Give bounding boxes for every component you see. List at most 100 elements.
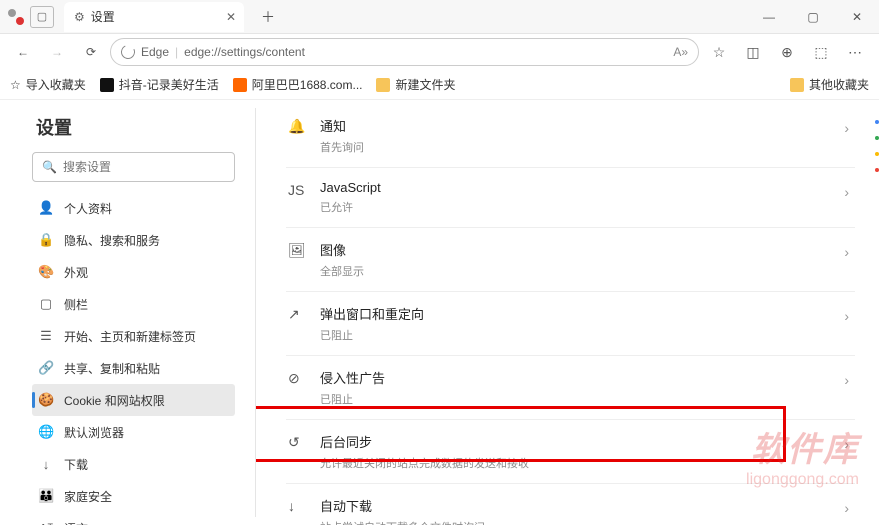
row-icon: 🔔 xyxy=(288,118,306,135)
row-icon: ↓ xyxy=(288,498,306,514)
sidebar-item-label: Cookie 和网站权限 xyxy=(64,392,165,409)
url-path: edge://settings/content xyxy=(184,45,305,59)
forward-button: → xyxy=(42,38,72,66)
alibaba-icon xyxy=(233,78,247,92)
sidebar-item-icon: 🍪 xyxy=(38,392,54,408)
menu-button[interactable]: ⋯ xyxy=(839,38,871,66)
address-bar: ← → ⟳ Edge | edge://settings/content A» … xyxy=(0,34,879,70)
row-icon: ↗ xyxy=(288,306,306,323)
sidebar-item-icon: 👤 xyxy=(38,200,54,216)
sidebar-item-5[interactable]: 🔗 共享、复制和粘贴 xyxy=(32,352,235,384)
row-sub: 站点尝试自动下载多个文件时询问 xyxy=(320,519,830,525)
favorites-button[interactable]: ☆ xyxy=(703,38,735,66)
sidebar-item-label: 个人资料 xyxy=(64,200,112,217)
refresh-button[interactable]: ⟳ xyxy=(76,38,106,66)
bm-folder1[interactable]: 新建文件夹 xyxy=(376,76,455,93)
close-icon[interactable]: ✕ xyxy=(226,10,236,24)
workspaces-button[interactable]: ▢ xyxy=(30,6,54,28)
url-field[interactable]: Edge | edge://settings/content A» xyxy=(110,38,699,66)
row-title: 后台同步 xyxy=(320,432,830,451)
new-tab-button[interactable]: ＋ xyxy=(254,3,282,31)
sidebar-item-2[interactable]: 🎨 外观 xyxy=(32,256,235,288)
sidebar-item-1[interactable]: 🔒隐私、搜索和服务 xyxy=(32,224,235,256)
setting-row-4[interactable]: ⊘ 侵入性广告 已阻止 › xyxy=(286,356,855,420)
sidebar-item-label: 开始、主页和新建标签页 xyxy=(64,328,196,345)
sidebar-item-label: 语言 xyxy=(64,520,88,525)
maximize-button[interactable]: ▢ xyxy=(791,0,835,34)
sidebar-item-label: 隐私、搜索和服务 xyxy=(64,232,160,249)
side-indicators xyxy=(875,120,879,172)
sidebar-item-icon: ↓ xyxy=(38,457,54,472)
row-title: 自动下载 xyxy=(320,496,830,515)
row-title: JavaScript xyxy=(320,180,830,195)
bookmarks-bar: ☆导入收藏夹 抖音-记录美好生活 阿里巴巴1688.com... 新建文件夹 其… xyxy=(0,70,879,100)
url-prefix: Edge xyxy=(141,45,169,59)
sidebar-item-icon: 🔗 xyxy=(38,360,54,376)
sidebar-item-icon: ☰ xyxy=(38,328,54,344)
sidebar-item-icon: Aᵀ xyxy=(38,521,54,525)
sidebar-item-3[interactable]: ▢ 侧栏 xyxy=(32,288,235,320)
row-sub: 已允许 xyxy=(320,199,830,215)
folder-icon xyxy=(790,78,804,92)
settings-sidebar: 设置 🔍 👤 个人资料 🔒隐私、搜索和服务 🎨 外观 ▢ 侧栏 ☰ 开始、主页和新建标签页 🔗 共享… xyxy=(0,100,255,525)
chevron-right-icon: › xyxy=(844,372,849,388)
chevron-right-icon: › xyxy=(844,500,849,516)
bm-import[interactable]: ☆导入收藏夹 xyxy=(10,76,86,93)
sidebar-item-label: 侧栏 xyxy=(64,296,88,313)
sidebar-item-label: 外观 xyxy=(64,264,88,281)
row-icon: ↺ xyxy=(288,434,306,451)
chevron-right-icon: › xyxy=(844,436,849,452)
split-screen-button[interactable]: ◫ xyxy=(737,38,769,66)
bm-alibaba[interactable]: 阿里巴巴1688.com... xyxy=(233,76,363,93)
sidebar-item-label: 下载 xyxy=(64,456,88,473)
profile-avatar[interactable] xyxy=(8,9,24,25)
tab-title: 设置 xyxy=(91,8,115,25)
bm-douyin[interactable]: 抖音-记录美好生活 xyxy=(100,76,219,93)
row-title: 侵入性广告 xyxy=(320,368,830,387)
sidebar-item-label: 共享、复制和粘贴 xyxy=(64,360,160,377)
sidebar-item-6[interactable]: 🍪 Cookie 和网站权限 xyxy=(32,384,235,416)
back-button[interactable]: ← xyxy=(8,38,38,66)
sidebar-item-icon: ▢ xyxy=(38,296,54,312)
sidebar-item-9[interactable]: 👪家庭安全 xyxy=(32,480,235,512)
extensions-button[interactable]: ⬚ xyxy=(805,38,837,66)
sidebar-item-label: 家庭安全 xyxy=(64,488,112,505)
setting-row-5[interactable]: ↺ 后台同步 允许最近关闭的站点完成数据的发送和接收 › xyxy=(286,420,855,484)
chevron-right-icon: › xyxy=(844,120,849,136)
setting-row-3[interactable]: ↗ 弹出窗口和重定向 已阻止 › xyxy=(286,292,855,356)
row-sub: 已阻止 xyxy=(320,327,830,343)
sidebar-item-icon: 🎨 xyxy=(38,264,54,280)
setting-row-2[interactable]: 🖼 图像 全部显示 › xyxy=(286,228,855,292)
sidebar-item-8[interactable]: ↓ 下载 xyxy=(32,448,235,480)
read-aloud-icon[interactable]: A» xyxy=(673,45,688,59)
collections-button[interactable]: ⊕ xyxy=(771,38,803,66)
tab-settings[interactable]: ⚙ 设置 ✕ xyxy=(64,2,244,32)
sidebar-title: 设置 xyxy=(36,114,235,140)
search-icon: 🔍 xyxy=(42,160,57,174)
minimize-button[interactable]: — xyxy=(747,0,791,34)
chevron-right-icon: › xyxy=(844,244,849,260)
sidebar-item-10[interactable]: Aᵀ 语言 xyxy=(32,512,235,525)
titlebar: ▢ ⚙ 设置 ✕ ＋ — ▢ ✕ xyxy=(0,0,879,34)
row-sub: 全部显示 xyxy=(320,263,830,279)
gear-icon: ⚙ xyxy=(74,10,85,24)
bm-other[interactable]: 其他收藏夹 xyxy=(790,76,869,93)
row-icon: ⊘ xyxy=(288,370,306,387)
row-title: 弹出窗口和重定向 xyxy=(320,304,830,323)
folder-icon xyxy=(376,78,390,92)
sidebar-item-label: 默认浏览器 xyxy=(64,424,124,441)
row-sub: 允许最近关闭的站点完成数据的发送和接收 xyxy=(320,455,830,471)
sidebar-item-7[interactable]: 🌐默认浏览器 xyxy=(32,416,235,448)
row-icon: 🖼 xyxy=(288,242,306,259)
edge-icon xyxy=(119,43,137,61)
row-title: 图像 xyxy=(320,240,830,259)
row-title: 通知 xyxy=(320,116,830,135)
chevron-right-icon: › xyxy=(844,184,849,200)
sidebar-item-4[interactable]: ☰ 开始、主页和新建标签页 xyxy=(32,320,235,352)
setting-row-0[interactable]: 🔔 通知 首先询问 › xyxy=(286,104,855,168)
close-window-button[interactable]: ✕ xyxy=(835,0,879,34)
search-settings-input[interactable] xyxy=(32,152,235,182)
setting-row-1[interactable]: JS JavaScript 已允许 › xyxy=(286,168,855,228)
sidebar-item-0[interactable]: 👤 个人资料 xyxy=(32,192,235,224)
setting-row-6[interactable]: ↓ 自动下载 站点尝试自动下载多个文件时询问 › xyxy=(286,484,855,525)
